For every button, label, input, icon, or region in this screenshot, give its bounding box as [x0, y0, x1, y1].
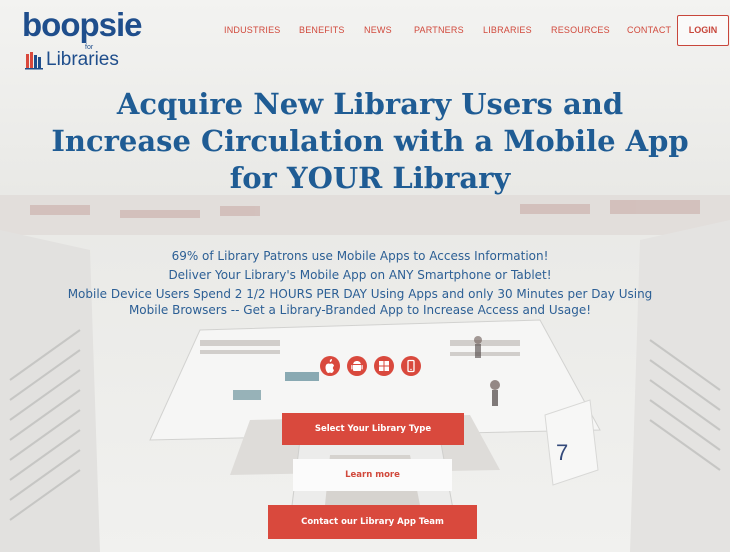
windows-icon[interactable]	[374, 356, 394, 376]
nav-item-partners[interactable]: PARTNERS	[414, 25, 464, 35]
headline-line-3: for YOUR Library	[229, 161, 511, 195]
site-header: boopsie for Libraries INDUSTRIES BENEFIT…	[0, 0, 730, 78]
nav-item-news[interactable]: NEWS	[364, 25, 392, 35]
tagline-patrons: 69% of Library Patrons use Mobile Apps t…	[171, 249, 549, 263]
headline-line-2: Increase Circulation with a Mobile App	[51, 124, 689, 158]
headline-line-1: Acquire New Library Users and	[116, 87, 624, 121]
tagline-deliver: Deliver Your Library's Mobile App on ANY…	[168, 268, 552, 282]
android-icon[interactable]	[347, 356, 367, 376]
hero-taglines: 69% of Library Patrons use Mobile Apps t…	[20, 247, 700, 320]
apple-icon[interactable]	[320, 356, 340, 376]
login-button[interactable]: LOGIN	[677, 15, 729, 46]
logo-wordmark: boopsie	[22, 6, 143, 43]
mobile-device-icon[interactable]	[401, 356, 421, 376]
nav-item-contact[interactable]: CONTACT	[627, 25, 671, 35]
books-icon	[25, 52, 43, 70]
logo-libraries-text: Libraries	[46, 49, 119, 70]
nav-item-libraries[interactable]: LIBRARIES	[483, 25, 532, 35]
select-library-type-button[interactable]: Select Your Library Type	[282, 413, 464, 445]
contact-library-app-team-button[interactable]: Contact our Library App Team	[268, 505, 477, 539]
learn-more-button[interactable]: Learn more	[293, 459, 452, 491]
hero-headline: Acquire New Library Users and Increase C…	[30, 86, 710, 197]
tagline-usage: Mobile Device Users Spend 2 1/2 HOURS PE…	[20, 285, 700, 320]
nav-item-resources[interactable]: RESOURCES	[551, 25, 610, 35]
boopsie-logo[interactable]: boopsie for Libraries	[22, 6, 143, 70]
svg-text:7: 7	[556, 440, 568, 465]
nav-item-benefits[interactable]: BENEFITS	[299, 25, 345, 35]
nav-item-industries[interactable]: INDUSTRIES	[224, 25, 281, 35]
